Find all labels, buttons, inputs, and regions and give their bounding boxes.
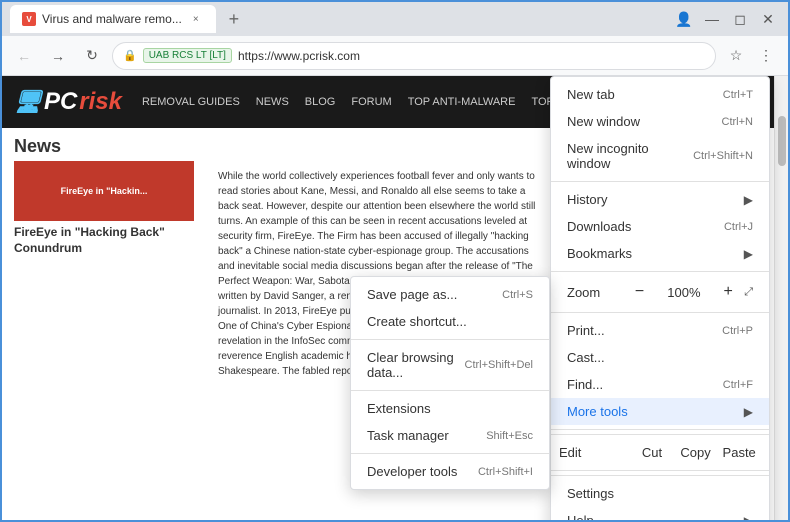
submenu-extensions-label: Extensions [367,401,533,416]
submenu-dev-tools-label: Developer tools [367,464,470,479]
submenu-clear-browsing[interactable]: Clear browsing data... Ctrl+Shift+Del [351,344,549,386]
submenu-developer-tools[interactable]: Developer tools Ctrl+Shift+I [351,458,549,485]
menu-new-tab[interactable]: New tab Ctrl+T [551,81,769,108]
secure-indicator: 🔒 [123,49,137,62]
submenu-task-manager[interactable]: Task manager Shift+Esc [351,422,549,449]
menu-copy-button[interactable]: Copy [674,439,718,466]
submenu-create-shortcut-label: Create shortcut... [367,314,533,329]
menu-new-window-shortcut: Ctrl+N [722,116,753,128]
menu-print-shortcut: Ctrl+P [722,325,753,337]
menu-edit-label: Edit [559,445,595,460]
context-menu-overlay: New tab Ctrl+T New window Ctrl+N New inc… [2,76,788,520]
submenu-clear-shortcut: Ctrl+Shift+Del [465,359,533,371]
tab-title: Virus and malware remo... [42,12,182,26]
maximize-button[interactable]: ◻ [728,7,752,31]
address-bar: ← → ↻ 🔒 UAB RCS LT [LT] https://www.pcri… [2,36,788,76]
menu-print[interactable]: Print... Ctrl+P [551,317,769,344]
bookmark-button[interactable]: ☆ [722,42,750,70]
profile-icon[interactable]: 👤 [672,7,696,31]
menu-new-window-label: New window [567,114,714,129]
menu-more-tools-arrow: ▶ [744,405,753,419]
minimize-button[interactable]: — [700,7,724,31]
sub-divider-1 [351,339,549,340]
submenu-clear-label: Clear browsing data... [367,350,457,380]
submenu-save-shortcut: Ctrl+S [502,289,533,301]
menu-cast-label: Cast... [567,350,753,365]
menu-button[interactable]: ⋮ [752,42,780,70]
menu-help[interactable]: Help ▶ [551,507,769,520]
menu-zoom-label: Zoom [567,285,624,300]
toolbar-icons: ☆ ⋮ [722,42,780,70]
menu-new-incognito-label: New incognito window [567,141,685,171]
url-bar[interactable]: 🔒 UAB RCS LT [LT] https://www.pcrisk.com [112,42,716,70]
sub-divider-2 [351,390,549,391]
zoom-value: 100% [656,285,713,300]
window-controls: 👤 — ◻ ✕ [672,7,780,31]
menu-find-shortcut: Ctrl+F [723,379,753,391]
divider-3 [551,312,769,313]
menu-history[interactable]: History ▶ [551,186,769,213]
url-badge: UAB RCS LT [LT] [143,48,232,63]
submenu-dev-shortcut: Ctrl+Shift+I [478,466,533,478]
submenu-create-shortcut[interactable]: Create shortcut... [351,308,549,335]
zoom-plus-button[interactable]: + [716,280,740,304]
menu-new-window[interactable]: New window Ctrl+N [551,108,769,135]
chrome-context-menu: New tab Ctrl+T New window Ctrl+N New inc… [550,76,770,520]
divider-4 [551,429,769,430]
menu-new-tab-shortcut: Ctrl+T [723,89,753,101]
menu-new-tab-label: New tab [567,87,715,102]
menu-more-tools[interactable]: More tools ▶ [551,398,769,425]
menu-help-arrow: ▶ [744,514,753,521]
menu-new-incognito[interactable]: New incognito window Ctrl+Shift+N [551,135,769,177]
tab-close-button[interactable]: × [188,11,204,27]
menu-paste-button[interactable]: Paste [717,439,761,466]
forward-button[interactable]: → [44,42,72,70]
divider-2 [551,271,769,272]
divider-5 [551,475,769,476]
menu-history-label: History [567,192,744,207]
menu-settings-label: Settings [567,486,753,501]
menu-settings[interactable]: Settings [551,480,769,507]
submenu-extensions[interactable]: Extensions [351,395,549,422]
menu-more-tools-label: More tools [567,404,744,419]
sub-divider-3 [351,453,549,454]
submenu-save-page[interactable]: Save page as... Ctrl+S [351,281,549,308]
zoom-minus-button[interactable]: − [628,280,652,304]
submenu-task-manager-label: Task manager [367,428,478,443]
menu-bookmarks-arrow: ▶ [744,247,753,261]
page-content: 🖥 PC risk REMOVAL GUIDES NEWS BLOG FORUM… [2,76,788,520]
title-bar: V Virus and malware remo... × + 👤 — ◻ ✕ [2,2,788,36]
submenu-task-shortcut: Shift+Esc [486,430,533,442]
reload-button[interactable]: ↻ [78,42,106,70]
browser-window: V Virus and malware remo... × + 👤 — ◻ ✕ … [0,0,790,522]
tab-favicon: V [22,12,36,26]
menu-downloads-shortcut: Ctrl+J [724,221,753,233]
new-tab-button[interactable]: + [222,7,246,31]
menu-bookmarks[interactable]: Bookmarks ▶ [551,240,769,267]
submenu-save-page-label: Save page as... [367,287,494,302]
divider-1 [551,181,769,182]
menu-edit-row: Edit Cut Copy Paste [551,434,769,471]
menu-new-incognito-shortcut: Ctrl+Shift+N [693,150,753,162]
back-button[interactable]: ← [10,42,38,70]
menu-help-label: Help [567,513,744,520]
close-button[interactable]: ✕ [756,7,780,31]
menu-downloads-label: Downloads [567,219,716,234]
menu-cast[interactable]: Cast... [551,344,769,371]
menu-downloads[interactable]: Downloads Ctrl+J [551,213,769,240]
menu-cut-button[interactable]: Cut [630,439,674,466]
menu-print-label: Print... [567,323,714,338]
active-tab[interactable]: V Virus and malware remo... × [10,5,216,33]
zoom-expand-button[interactable]: ⤢ [744,286,753,299]
menu-bookmarks-label: Bookmarks [567,246,744,261]
menu-find[interactable]: Find... Ctrl+F [551,371,769,398]
more-tools-submenu: Save page as... Ctrl+S Create shortcut..… [350,276,550,490]
menu-zoom-row: Zoom − 100% + ⤢ [551,276,769,308]
menu-find-label: Find... [567,377,715,392]
url-text: https://www.pcrisk.com [238,49,705,63]
menu-history-arrow: ▶ [744,193,753,207]
